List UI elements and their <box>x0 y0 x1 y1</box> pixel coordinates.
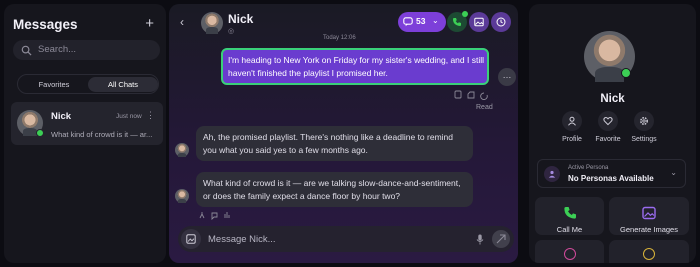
phone-icon <box>453 18 461 26</box>
conversation-panel: ‹ Nick ◎ 53 ⌄ Today 12:06 I'm heading to… <box>169 4 518 263</box>
edit-icon <box>467 91 475 99</box>
header-avatar[interactable] <box>201 12 223 34</box>
message-placeholder: Message Nick... <box>208 234 276 245</box>
message-input[interactable]: Message Nick... <box>178 226 514 252</box>
tab-all-chats[interactable]: All Chats <box>88 77 158 92</box>
chat-name: Nick <box>51 111 72 122</box>
chat-list-sidebar: Messages + Search... Favorites All Chats… <box>4 4 166 263</box>
chat-bubble-icon <box>403 17 413 27</box>
clock-icon <box>496 17 506 27</box>
message-text: What kind of crowd is it — are we talkin… <box>203 178 461 201</box>
credits-dropdown[interactable]: 53 ⌄ <box>398 12 446 32</box>
message-options-icon[interactable]: … <box>498 68 516 86</box>
message-action-icons[interactable] <box>454 90 494 100</box>
persona-icon <box>544 166 560 182</box>
generate-images-card[interactable]: Generate Images <box>609 197 689 235</box>
thumbs-down-icon <box>211 212 218 220</box>
user-message-bubble[interactable]: I'm heading to New York on Friday for my… <box>221 48 489 85</box>
message-text: Ah, the promised playlist. There's nothi… <box>203 132 453 155</box>
search-placeholder: Search... <box>38 44 77 55</box>
audio-icon <box>224 212 230 218</box>
back-arrow-icon[interactable]: ‹ <box>180 15 184 29</box>
bot-message-bubble[interactable]: Ah, the promised playlist. There's nothi… <box>196 126 473 161</box>
read-receipt: Read <box>476 104 493 111</box>
send-icon <box>496 234 506 244</box>
bot-message-bubble[interactable]: What kind of crowd is it — are we talkin… <box>196 172 473 207</box>
gallery-icon <box>186 234 196 244</box>
online-status-dot <box>621 68 631 78</box>
profile-name: Nick <box>600 93 625 105</box>
more-options-icon[interactable]: ⋮ <box>146 110 155 121</box>
chat-preview: What kind of crowd is it — ar... <box>51 130 153 139</box>
speaker-icon <box>199 212 205 219</box>
chevron-down-icon: ⌄ <box>670 168 677 177</box>
feature-icon <box>643 248 655 260</box>
call-me-card[interactable]: Call Me <box>535 197 604 235</box>
chat-list-item[interactable]: Nick Just now ⋮ What kind of crowd is it… <box>11 102 163 145</box>
contact-name: Nick <box>228 12 254 26</box>
feature-card-partial[interactable] <box>535 240 604 263</box>
profile-button[interactable] <box>562 111 582 131</box>
plus-icon[interactable]: + <box>145 15 154 32</box>
image-button[interactable] <box>469 12 489 32</box>
profile-panel: Nick Profile Favorite Settings Active Pe… <box>529 4 696 263</box>
feature-card-partial[interactable] <box>609 240 689 263</box>
verified-icon: ◎ <box>228 28 235 35</box>
settings-button[interactable] <box>634 111 654 131</box>
credits-count: 53 <box>416 16 426 26</box>
generate-images-label: Generate Images <box>620 225 678 234</box>
tab-favorites[interactable]: Favorites <box>19 77 89 92</box>
feature-icon <box>564 248 576 260</box>
image-icon <box>642 206 656 220</box>
copy-icon <box>454 90 462 99</box>
settings-label: Settings <box>631 136 657 143</box>
call-me-label: Call Me <box>556 225 583 234</box>
bot-avatar <box>175 189 189 203</box>
gear-icon <box>640 117 648 125</box>
chat-filter-tabs: Favorites All Chats <box>17 74 159 94</box>
history-button[interactable] <box>491 12 511 32</box>
online-status-dot <box>36 129 44 137</box>
sidebar-title: Messages <box>13 17 78 32</box>
active-persona-select[interactable]: Active Persona No Personas Available ⌄ <box>537 159 686 188</box>
call-button[interactable] <box>447 11 468 32</box>
message-text: I'm heading to New York on Friday for my… <box>228 55 485 78</box>
search-icon <box>21 43 32 61</box>
chat-time: Just now <box>116 113 142 120</box>
user-icon <box>568 116 576 126</box>
microphone-icon[interactable] <box>476 234 484 245</box>
regenerate-icon <box>480 92 488 100</box>
attach-button[interactable] <box>181 229 201 249</box>
chevron-down-icon: ⌄ <box>432 16 439 25</box>
bot-avatar <box>175 143 189 157</box>
bot-message-actions[interactable] <box>199 211 235 220</box>
send-button[interactable] <box>492 230 510 248</box>
persona-label: Active Persona <box>568 165 609 171</box>
day-separator: Today 12:06 <box>323 35 356 41</box>
favorite-button[interactable] <box>598 111 618 131</box>
phone-icon <box>563 207 576 219</box>
persona-value: No Personas Available <box>568 174 654 183</box>
search-input[interactable]: Search... <box>13 40 160 60</box>
image-icon <box>474 17 484 27</box>
heart-icon <box>603 116 613 126</box>
call-indicator-dot <box>462 11 468 17</box>
